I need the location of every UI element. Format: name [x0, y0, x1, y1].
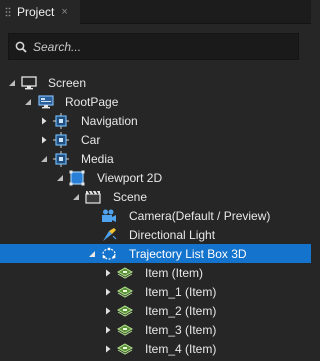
expanded-arrow-icon[interactable]: [40, 155, 48, 163]
node-icon: [53, 131, 69, 148]
camera-label: Camera: [129, 208, 172, 223]
tree-item-car[interactable]: Car: [0, 130, 311, 149]
tree-item-rootpage[interactable]: RootPage: [0, 92, 311, 111]
tab-bar: Project ×: [0, 0, 311, 24]
collapsed-arrow-icon[interactable]: [40, 117, 48, 125]
item-icon: [117, 342, 133, 355]
expanded-arrow-icon[interactable]: [88, 250, 96, 258]
expanded-arrow-icon[interactable]: [8, 79, 16, 87]
tab-project[interactable]: Project ×: [0, 0, 80, 24]
tree-item-label: Item_2 (Item): [145, 303, 217, 318]
tree-item-navigation[interactable]: Navigation: [0, 111, 311, 130]
light-icon: [103, 227, 117, 241]
viewport-icon: [69, 170, 85, 185]
search-box[interactable]: [8, 33, 299, 60]
tree-item-label: Scene: [113, 189, 148, 204]
collapsed-arrow-icon[interactable]: [104, 345, 112, 353]
tree-item-label: Media: [81, 151, 114, 166]
tree-item-label: Item_3 (Item): [145, 322, 217, 337]
tree-item-label: Navigation: [81, 113, 138, 128]
scene-icon: [85, 190, 101, 204]
tree-item-scene[interactable]: Scene: [0, 187, 311, 206]
tree-item-label: Item_4 (Item): [145, 341, 217, 356]
tree-item-label: Item (Item): [145, 265, 204, 280]
trajectory-icon: [102, 247, 116, 260]
tree-item-label: RootPage: [65, 94, 119, 109]
collapsed-arrow-icon[interactable]: [104, 307, 112, 315]
node-icon: [53, 150, 69, 167]
tree-item-label: Directional Light: [129, 227, 216, 242]
page-icon: [38, 94, 54, 108]
tree-item-item[interactable]: Item (Item): [0, 263, 311, 282]
tree-item-item-3[interactable]: Item_3 (Item): [0, 320, 311, 339]
tree-item-media[interactable]: Media: [0, 149, 311, 168]
expanded-arrow-icon[interactable]: [56, 174, 64, 182]
tree-item-label: Camera(Default / Preview): [129, 209, 270, 223]
node-icon: [53, 112, 69, 129]
search-input[interactable]: [33, 39, 283, 54]
collapsed-arrow-icon[interactable]: [104, 326, 112, 334]
tab-label: Project: [17, 5, 55, 19]
tree-item-label: Item_1 (Item): [145, 284, 217, 299]
tree-item-directional-light[interactable]: Directional Light: [0, 225, 311, 244]
tree-item-label: Viewport 2D: [97, 170, 163, 185]
search-icon: [15, 41, 27, 53]
camera-label-suffix: (Default / Preview): [171, 208, 271, 223]
item-icon: [117, 285, 133, 298]
tree-item-trajectory-list-box-3d[interactable]: Trajectory List Box 3D: [0, 244, 311, 263]
tree-item-label: Car: [81, 132, 101, 147]
tree-item-camera[interactable]: Camera(Default / Preview): [0, 206, 311, 225]
grip-icon: [5, 7, 11, 17]
collapsed-arrow-icon[interactable]: [104, 269, 112, 277]
expanded-arrow-icon[interactable]: [72, 193, 80, 201]
tree-item-item-1[interactable]: Item_1 (Item): [0, 282, 311, 301]
collapsed-arrow-icon[interactable]: [40, 136, 48, 144]
monitor-icon: [21, 75, 37, 89]
tree-item-item-2[interactable]: Item_2 (Item): [0, 301, 311, 320]
camera-icon: [102, 209, 116, 222]
expanded-arrow-icon[interactable]: [24, 98, 32, 106]
collapsed-arrow-icon[interactable]: [104, 288, 112, 296]
tree-item-label: Screen: [48, 75, 87, 90]
tree-item-label: Trajectory List Box 3D: [129, 246, 247, 261]
tree-item-item-4[interactable]: Item_4 (Item): [0, 339, 311, 358]
tree-item-viewport-2d[interactable]: Viewport 2D: [0, 168, 311, 187]
item-icon: [117, 304, 133, 317]
tree-item-screen[interactable]: Screen: [0, 73, 311, 92]
close-icon[interactable]: ×: [61, 6, 67, 18]
item-icon: [117, 266, 133, 279]
item-icon: [117, 323, 133, 336]
